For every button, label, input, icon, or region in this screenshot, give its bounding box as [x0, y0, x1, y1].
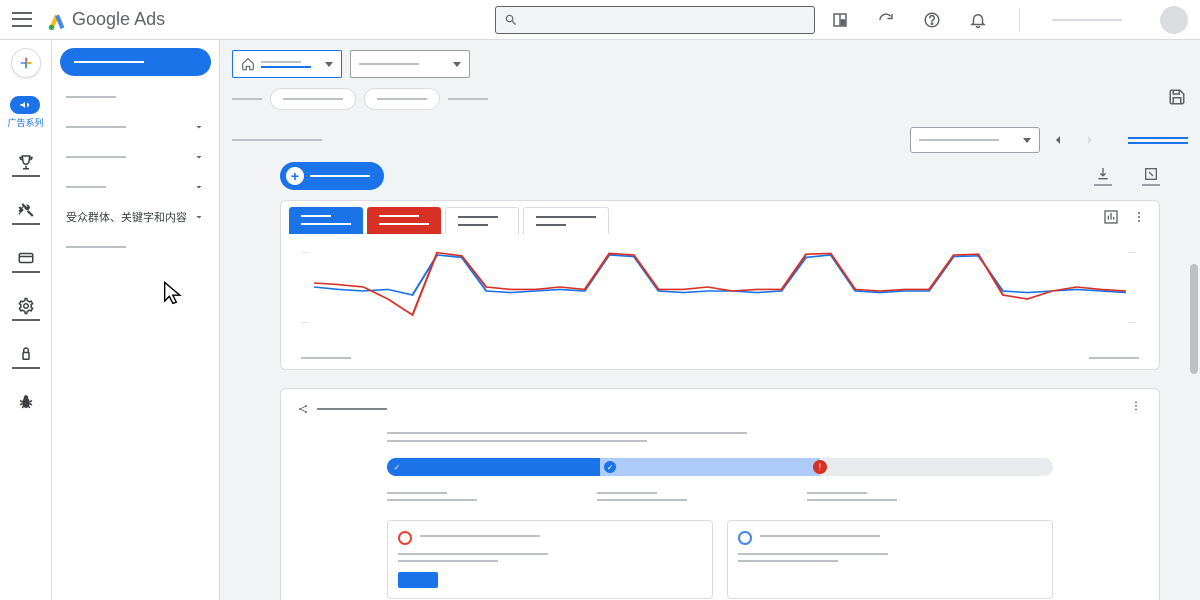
metric-tabs — [281, 201, 1091, 234]
refresh-icon[interactable] — [877, 11, 895, 29]
metric-tab-1[interactable] — [289, 207, 363, 234]
sidebar-item-3[interactable] — [52, 142, 219, 172]
warning-icon: ! — [813, 460, 827, 474]
nav-settings[interactable] — [12, 297, 40, 321]
status-description — [387, 432, 1053, 442]
chart-settings-icon[interactable] — [1103, 209, 1119, 225]
rec-box-2[interactable] — [727, 520, 1053, 599]
nav-bug[interactable] — [17, 393, 35, 411]
chart-x-end-label — [1089, 357, 1139, 359]
action-row: + — [280, 162, 1160, 190]
nav-admin[interactable] — [12, 345, 40, 369]
chip-trailing — [448, 98, 488, 100]
status-columns — [387, 492, 1053, 506]
account-name[interactable] — [1052, 19, 1122, 21]
nav-rail: 广告系列 — [0, 40, 52, 600]
save-view-icon[interactable] — [1168, 88, 1186, 111]
chevron-down-icon — [193, 211, 205, 223]
expand-button[interactable] — [1142, 166, 1160, 186]
chip-label — [232, 98, 262, 100]
metric-tab-3[interactable] — [445, 207, 519, 234]
date-prev-button[interactable] — [1044, 126, 1072, 154]
logo[interactable]: Google Ads — [46, 9, 165, 31]
status-card: ✓ ✓ ! — [280, 388, 1160, 600]
sidebar-item-6[interactable] — [52, 232, 219, 262]
scope-row — [220, 40, 1200, 84]
chevron-down-icon — [193, 151, 205, 163]
megaphone-icon — [10, 96, 40, 114]
search-box[interactable] — [495, 6, 815, 34]
red-circle-icon — [398, 531, 412, 545]
scope-dropdown-2[interactable] — [350, 50, 470, 78]
sidebar-item-audiences[interactable]: 受众群体、关键字和内容 — [52, 202, 219, 232]
filter-chip-1[interactable] — [270, 88, 356, 110]
metric-tab-4[interactable] — [523, 207, 609, 234]
download-button[interactable] — [1094, 166, 1112, 186]
date-next-button — [1076, 126, 1104, 154]
nav-billing[interactable] — [12, 249, 40, 273]
blue-circle-icon — [738, 531, 752, 545]
content-area: + — [220, 162, 1200, 600]
metrics-chart-card: — — — — — [280, 200, 1160, 370]
recommendation-boxes — [387, 520, 1053, 599]
svg-text:—: — — [301, 250, 309, 256]
date-range-dropdown[interactable] — [910, 127, 1040, 153]
scrollbar[interactable] — [1188, 40, 1200, 600]
rec-action-button[interactable] — [398, 572, 438, 588]
share-icon — [297, 403, 309, 415]
reports-icon[interactable] — [831, 11, 849, 29]
avatar[interactable] — [1160, 6, 1188, 34]
svg-text:—: — — [1129, 250, 1137, 256]
page-subtitle — [232, 139, 322, 141]
check-icon: ✓ — [391, 461, 403, 473]
filter-chip-2[interactable] — [364, 88, 440, 110]
chevron-down-icon — [193, 121, 205, 133]
metric-tab-2[interactable] — [367, 207, 441, 234]
check-icon: ✓ — [604, 461, 616, 473]
progress-bar: ✓ ✓ ! — [387, 458, 1053, 476]
download-icon — [1095, 166, 1111, 182]
more-vert-icon[interactable] — [1131, 209, 1147, 225]
help-icon[interactable] — [923, 11, 941, 29]
sidebar-item-1[interactable] — [52, 82, 219, 112]
menu-icon[interactable] — [12, 10, 32, 30]
plus-icon: + — [286, 167, 304, 185]
line-chart: — — — — — [301, 246, 1139, 336]
home-icon — [241, 57, 255, 71]
chevron-down-icon — [193, 181, 205, 193]
main-area: + — [220, 40, 1200, 600]
nav-goals[interactable] — [12, 153, 40, 177]
sidebar-item-2[interactable] — [52, 112, 219, 142]
search-input[interactable] — [524, 13, 806, 27]
svg-text:—: — — [1129, 320, 1137, 326]
svg-text:—: — — [301, 320, 309, 326]
sub-sidebar: 受众群体、关键字和内容 — [52, 40, 220, 600]
search-icon — [504, 13, 518, 27]
nav-campaigns-label: 广告系列 — [7, 116, 43, 129]
card-more-icon[interactable] — [1129, 399, 1143, 418]
nav-campaigns[interactable]: 广告系列 — [7, 96, 43, 129]
divider — [1019, 9, 1020, 31]
status-card-title — [317, 408, 387, 410]
header-toolbar — [831, 6, 1188, 34]
google-ads-logo-icon — [46, 9, 68, 31]
scope-dropdown-1[interactable] — [232, 50, 342, 78]
logo-text: Google Ads — [72, 9, 165, 30]
sidebar-audiences-label: 受众群体、关键字和内容 — [66, 209, 187, 225]
filter-chip-row — [220, 84, 1200, 118]
sidebar-item-4[interactable] — [52, 172, 219, 202]
app-header: Google Ads — [0, 0, 1200, 40]
expand-icon — [1143, 166, 1159, 182]
chart-x-start-label — [301, 357, 351, 359]
scroll-thumb[interactable] — [1190, 264, 1198, 374]
new-button[interactable]: + — [280, 162, 384, 190]
date-range-bar — [220, 118, 1200, 162]
nav-tools[interactable] — [12, 201, 40, 225]
rec-box-1[interactable] — [387, 520, 713, 599]
create-fab[interactable] — [11, 48, 41, 78]
sidebar-active-pill[interactable] — [60, 48, 211, 76]
notifications-icon[interactable] — [969, 11, 987, 29]
